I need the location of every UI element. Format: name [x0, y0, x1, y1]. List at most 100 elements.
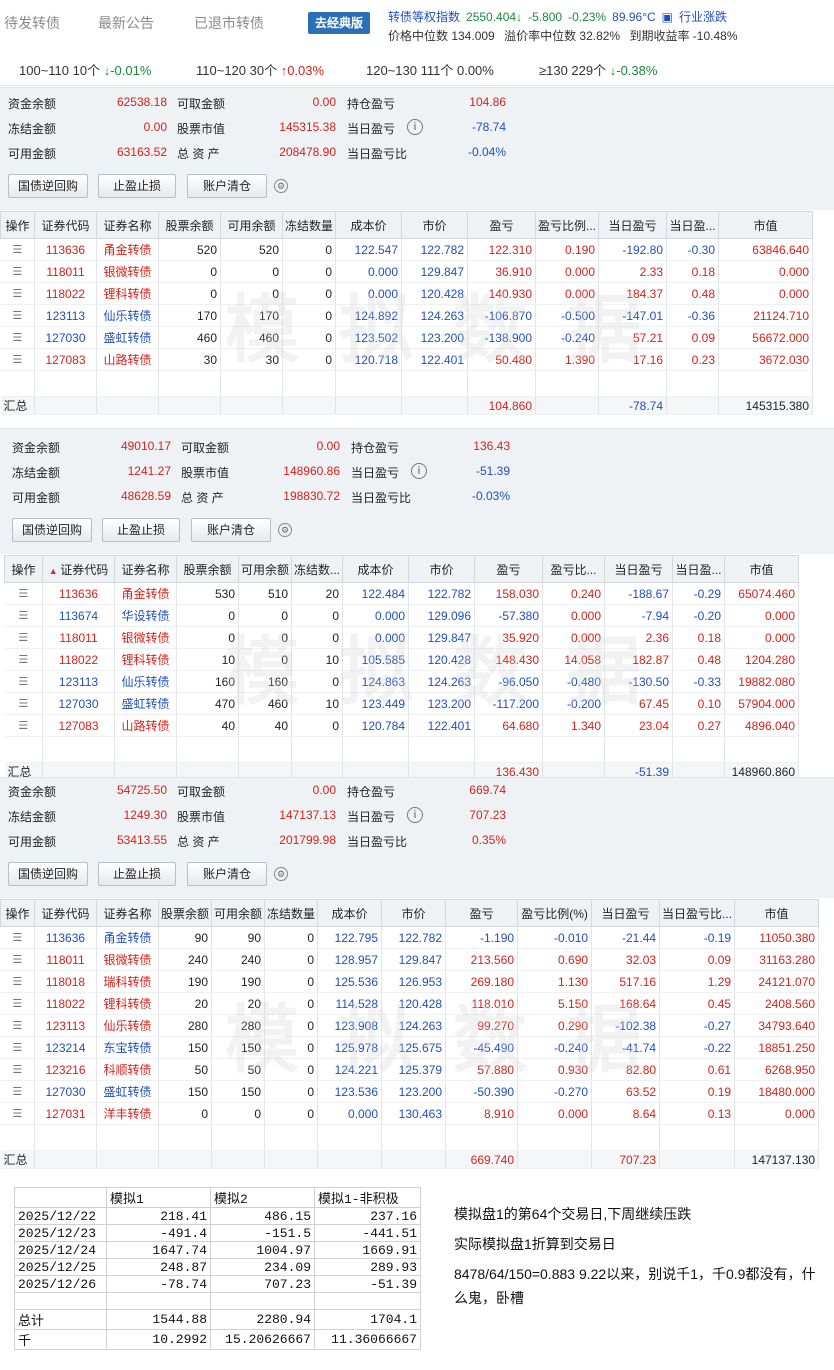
column-header[interactable]: 可用余额 [211, 899, 266, 927]
settings-icon[interactable]: ⚙ [278, 523, 292, 537]
column-header[interactable]: 当日盈亏比... [659, 899, 736, 927]
column-header[interactable]: 盈亏 [467, 211, 537, 239]
row-menu-icon[interactable]: ☰ [4, 604, 43, 627]
tab-pending[interactable]: 待发转债 [4, 13, 60, 33]
table-row[interactable]: ☰ 127031 洋丰转债 0 0 0 0.000 130.463 8.910 0.000 8.64… [0, 1102, 820, 1125]
row-menu-icon[interactable]: ☰ [4, 714, 43, 737]
row-menu-icon[interactable]: ☰ [0, 326, 35, 349]
row-menu-icon[interactable]: ☰ [0, 1014, 35, 1037]
column-header[interactable]: 冻结数量 [264, 899, 319, 927]
column-header[interactable]: 当日盈... [672, 555, 726, 583]
column-header[interactable]: 盈亏 [474, 555, 544, 583]
column-header[interactable]: 盈亏比例... [535, 211, 600, 239]
tab-announcements[interactable]: 最新公告 [98, 13, 154, 33]
reverse-repo-button[interactable]: 国债逆回购 [8, 862, 88, 886]
row-menu-icon[interactable]: ☰ [0, 348, 35, 371]
column-header[interactable]: 冻结数... [291, 555, 344, 583]
table-row[interactable]: ☰ 123113 仙乐转债 160 160 0 124.863 124.263 -96.050-… [4, 670, 800, 693]
column-header[interactable]: 证券代码 [34, 211, 97, 239]
table-row[interactable]: ☰ 127083 山路转债 40 40 0 120.784 122.401 64.680 1.34… [4, 714, 800, 737]
row-menu-icon[interactable]: ☰ [0, 238, 35, 261]
industry-link[interactable]: ▣ 行业涨跌 [662, 10, 733, 24]
column-header[interactable]: 成本价 [342, 555, 410, 583]
column-header[interactable]: 操作 [0, 899, 35, 927]
row-menu-icon[interactable]: ☰ [4, 648, 43, 671]
column-header[interactable]: 冻结数量 [281, 211, 337, 239]
clear-account-button[interactable]: 账户清仓 [191, 518, 271, 542]
column-header[interactable]: 可用余额 [237, 555, 293, 583]
column-header[interactable]: 成本价 [317, 899, 383, 927]
stop-profit-loss-button[interactable]: 止盈止损 [102, 518, 180, 542]
column-header[interactable]: 可用余额 [220, 211, 283, 239]
classic-version-button[interactable]: 去经典版 [308, 12, 371, 34]
settings-icon[interactable]: ⚙ [274, 179, 288, 193]
clear-account-button[interactable]: 账户清仓 [187, 174, 267, 198]
column-header[interactable]: 市价 [401, 211, 469, 239]
table-row[interactable]: ☰ 113636 甬金转债 520 520 0 122.547 122.782 122.310 0… [0, 238, 814, 261]
row-menu-icon[interactable]: ☰ [0, 948, 35, 971]
table-row[interactable]: ☰ 113636 甬金转债 530 510 20 122.484 122.782 158.030… [4, 582, 800, 605]
row-menu-icon[interactable]: ☰ [0, 304, 35, 327]
table-row[interactable]: ☰ 118011 银微转债 240 240 0 128.957 129.847 213.560 0… [0, 948, 820, 971]
column-header[interactable]: 市值 [724, 555, 800, 583]
stop-profit-loss-button[interactable]: 止盈止损 [98, 862, 176, 886]
table-row[interactable]: ☰ 118018 瑞科转债 190 190 0 125.536 126.953 269.180 1… [0, 970, 820, 993]
column-header[interactable]: 市值 [734, 899, 820, 927]
column-header[interactable]: 证券名称 [96, 211, 159, 239]
column-header[interactable]: 股票余额 [157, 899, 213, 927]
clear-account-button[interactable]: 账户清仓 [187, 862, 267, 886]
table-row[interactable]: ☰ 123113 仙乐转债 280 280 0 123.908 124.263 99.270 0.… [0, 1014, 820, 1037]
column-header[interactable]: 市值 [718, 211, 814, 239]
table-row[interactable]: ☰ 123214 东宝转债 150 150 0 125.978 125.675 -45.490-… [0, 1036, 820, 1059]
reverse-repo-button[interactable]: 国债逆回购 [8, 174, 88, 198]
column-header[interactable]: ▲ 证券代码 [42, 555, 115, 583]
column-header[interactable]: 市价 [381, 899, 447, 927]
column-header[interactable]: 操作 [0, 211, 35, 239]
row-menu-icon[interactable]: ☰ [0, 992, 35, 1015]
row-menu-icon[interactable]: ☰ [0, 260, 35, 283]
stop-profit-loss-button[interactable]: 止盈止损 [98, 174, 176, 198]
column-header[interactable]: 证券代码 [34, 899, 97, 927]
column-header[interactable]: 股票余额 [176, 555, 239, 583]
row-menu-icon[interactable]: ☰ [0, 282, 35, 305]
tab-delisted[interactable]: 已退市转债 [194, 13, 264, 33]
column-header[interactable]: 操作 [4, 555, 43, 583]
row-menu-icon[interactable]: ☰ [4, 692, 43, 715]
table-row[interactable]: ☰ 118011 银微转债 0 0 0 0.000 129.847 36.910 0.000 2.3… [0, 260, 814, 283]
row-menu-icon[interactable]: ☰ [0, 1102, 35, 1125]
table-row[interactable]: ☰ 118022 锂科转债 0 0 0 0.000 120.428 140.930 0.000 18… [0, 282, 814, 305]
column-header[interactable]: 证券名称 [114, 555, 177, 583]
column-header[interactable]: 成本价 [335, 211, 403, 239]
table-row[interactable]: ☰ 113636 甬金转债 90 90 0 122.795 122.782 -1.190 -0.0… [0, 926, 820, 949]
row-menu-icon[interactable]: ☰ [0, 926, 35, 949]
column-header[interactable]: 市价 [408, 555, 476, 583]
column-header[interactable]: 股票余额 [158, 211, 221, 239]
column-header[interactable]: 盈亏比... [542, 555, 606, 583]
table-row[interactable]: ☰ 118022 锂科转债 10 0 10 105.585 120.428 148.430 14.… [4, 648, 800, 671]
row-menu-icon[interactable]: ☰ [4, 582, 43, 605]
column-header[interactable]: 证券名称 [96, 899, 159, 927]
column-header[interactable]: 当日盈亏 [591, 899, 661, 927]
sort-asc-icon[interactable]: ▲ [49, 566, 60, 576]
row-menu-icon[interactable]: ☰ [0, 1058, 35, 1081]
row-menu-icon[interactable]: ☰ [0, 1080, 35, 1103]
column-header[interactable]: 当日盈亏 [604, 555, 674, 583]
table-row[interactable]: ☰ 127030 盛虹转债 150 150 0 123.536 123.200 -50.390-… [0, 1080, 820, 1103]
table-row[interactable]: ☰ 127083 山路转债 30 30 0 120.718 122.401 50.480 1.39… [0, 348, 814, 371]
reverse-repo-button[interactable]: 国债逆回购 [12, 518, 92, 542]
table-row[interactable]: ☰ 118011 银微转债 0 0 0 0.000 129.847 35.920 0.000 2.3… [4, 626, 800, 649]
column-header[interactable]: 当日盈... [666, 211, 720, 239]
row-menu-icon[interactable]: ☰ [4, 626, 43, 649]
table-row[interactable]: ☰ 127030 盛虹转债 470 460 10 123.449 123.200 -117.20… [4, 692, 800, 715]
row-menu-icon[interactable]: ☰ [4, 670, 43, 693]
table-row[interactable]: ☰ 118022 锂科转债 20 20 0 114.528 120.428 118.010 5.1… [0, 992, 820, 1015]
row-menu-icon[interactable]: ☰ [0, 970, 35, 993]
table-row[interactable]: ☰ 113674 华设转债 0 0 0 0.000 129.096 -57.380 0.000 -7… [4, 604, 800, 627]
column-header[interactable]: 盈亏 [445, 899, 519, 927]
row-menu-icon[interactable]: ☰ [0, 1036, 35, 1059]
column-header[interactable]: 盈亏比例(%) [517, 899, 593, 927]
column-header[interactable]: 当日盈亏 [598, 211, 668, 239]
table-row[interactable]: ☰ 123113 仙乐转债 170 170 0 124.892 124.263 -106.870… [0, 304, 814, 327]
settings-icon[interactable]: ⚙ [274, 867, 288, 881]
table-row[interactable]: ☰ 123216 科顺转债 50 50 0 124.221 125.379 57.880 0.93… [0, 1058, 820, 1081]
